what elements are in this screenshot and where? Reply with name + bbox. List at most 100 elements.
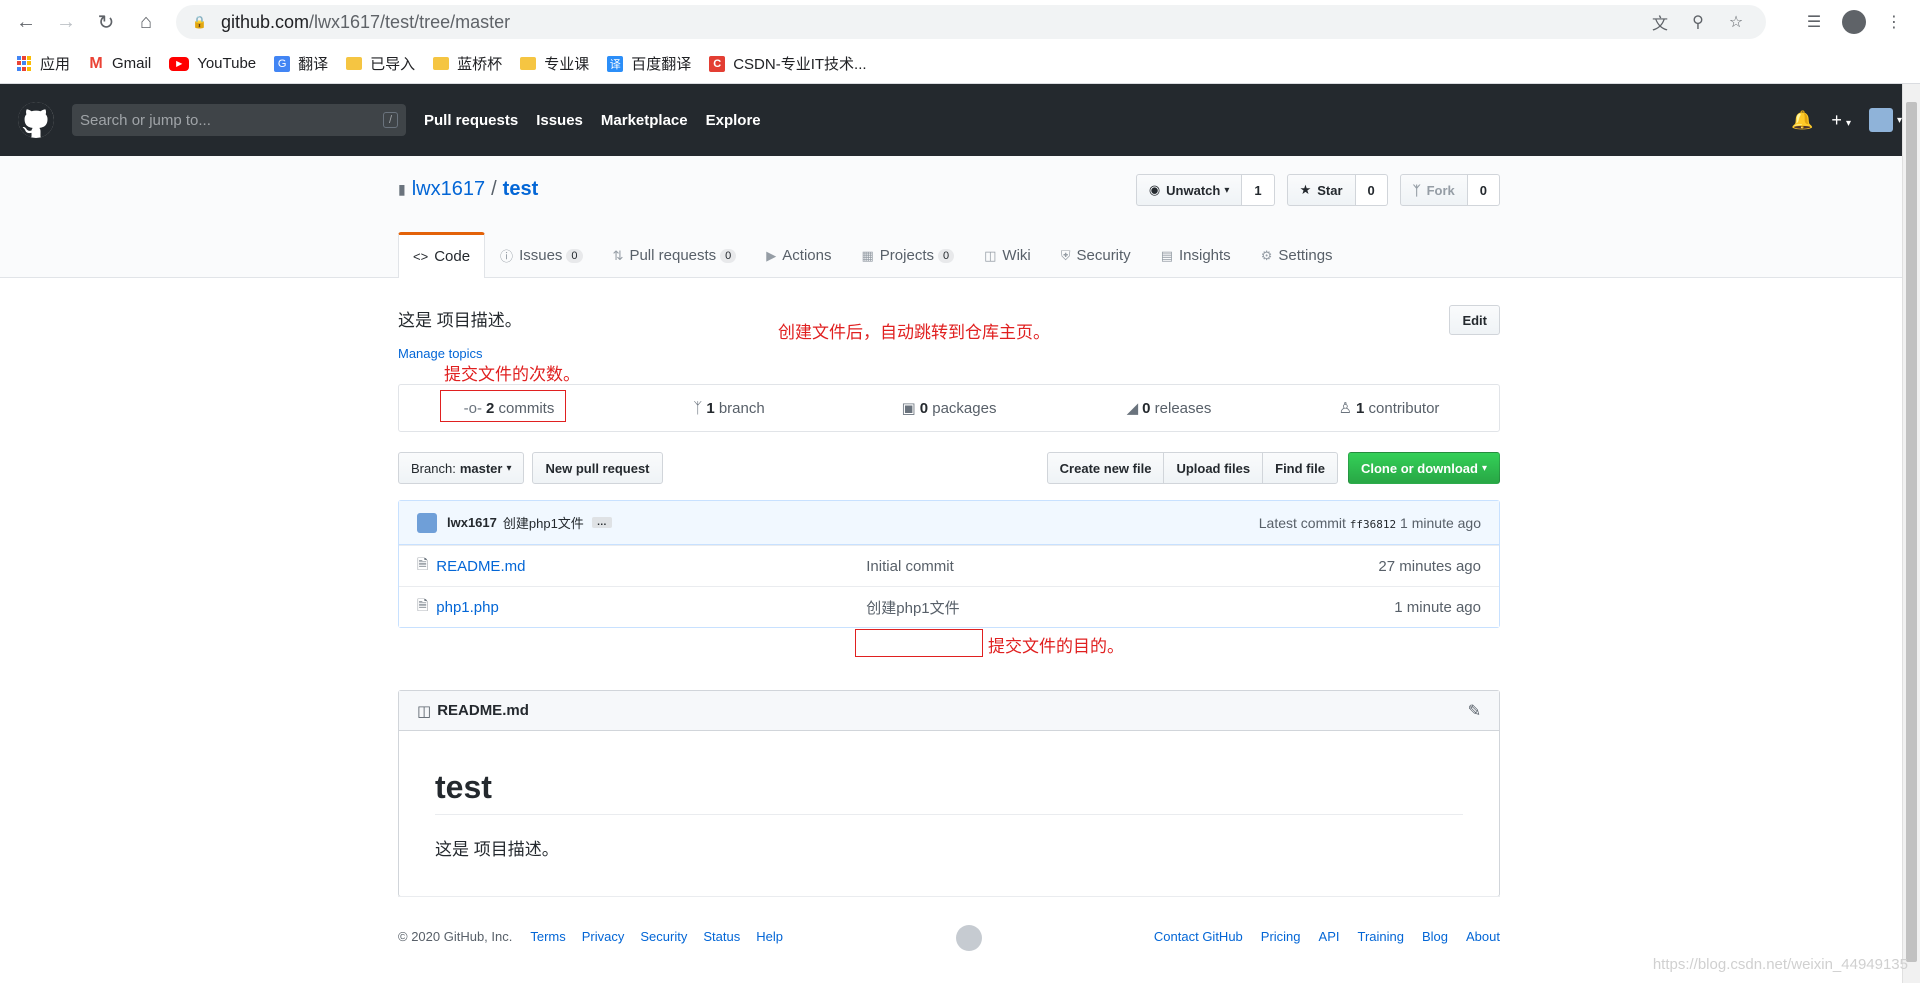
star-count[interactable]: 0 xyxy=(1355,174,1388,206)
footer-api[interactable]: API xyxy=(1319,929,1340,944)
home-icon[interactable]: ⌂ xyxy=(132,8,160,36)
nav-marketplace[interactable]: Marketplace xyxy=(601,112,688,129)
star-button[interactable]: ★ Star xyxy=(1286,174,1356,206)
menu-icon[interactable]: ⋮ xyxy=(1880,8,1908,36)
tab-issues[interactable]: ⓘ Issues 0 xyxy=(485,232,598,278)
scrollbar-thumb[interactable] xyxy=(1906,102,1917,962)
branch-link[interactable]: ᛉ1 branch xyxy=(619,400,839,417)
bell-icon[interactable]: 🔔 xyxy=(1791,110,1813,131)
file-name-link[interactable]: README.md xyxy=(436,558,866,575)
fork-count[interactable]: 0 xyxy=(1467,174,1500,206)
book-icon: ◫ xyxy=(417,702,432,720)
clone-download-button[interactable]: Clone or download ▾ xyxy=(1347,452,1500,484)
fork-icon: ᛉ xyxy=(1412,182,1421,198)
tab-code[interactable]: <> Code xyxy=(398,232,486,278)
tab-security[interactable]: ⛨ Security xyxy=(1046,232,1146,278)
star-bookmark-icon[interactable]: ☆ xyxy=(1722,8,1750,36)
apps-icon xyxy=(16,55,32,72)
new-pull-request-button[interactable]: New pull request xyxy=(532,452,663,484)
profile-icon[interactable] xyxy=(1842,10,1866,34)
commit-author[interactable]: lwx1617 xyxy=(447,515,497,530)
tab-insights[interactable]: ▤ Insights xyxy=(1146,232,1246,278)
github-mark-icon[interactable] xyxy=(956,925,982,951)
url-text[interactable]: github.com/lwx1617/test/tree/master xyxy=(221,12,1636,33)
translate-page-icon[interactable]: 文 xyxy=(1646,8,1674,36)
commit-expand-button[interactable]: … xyxy=(591,517,612,528)
file-navigation: Branch: master ▾ New pull request Create n… xyxy=(398,452,1500,484)
branch-select[interactable]: Branch: master ▾ xyxy=(398,452,525,484)
nav-explore[interactable]: Explore xyxy=(706,112,761,129)
footer-contact[interactable]: Contact GitHub xyxy=(1154,929,1243,944)
footer-about[interactable]: About xyxy=(1466,929,1500,944)
back-icon[interactable]: ← xyxy=(12,8,40,36)
file-commit-message[interactable]: Initial commit xyxy=(866,558,1378,575)
bookmark-apps[interactable]: 应用 xyxy=(16,53,70,74)
tab-wiki[interactable]: ◫ Wiki xyxy=(969,232,1046,278)
footer-help[interactable]: Help xyxy=(756,929,783,944)
nav-issues[interactable]: Issues xyxy=(536,112,583,129)
file-commit-message[interactable]: 创建php1文件 xyxy=(866,597,1394,618)
forward-icon[interactable]: → xyxy=(52,8,80,36)
tab-actions[interactable]: ▶ Actions xyxy=(751,232,846,278)
tab-projects[interactable]: ▦ Projects 0 xyxy=(847,232,970,278)
user-avatar[interactable] xyxy=(1868,108,1893,132)
manage-topics-link[interactable]: Manage topics xyxy=(398,346,483,361)
repo-actions: ◉ Unwatch ▾ 1 ★ Star 0 ᛉ Fork 0 xyxy=(1124,174,1500,206)
footer-training[interactable]: Training xyxy=(1358,929,1404,944)
github-nav: Pull requests Issues Marketplace Explore xyxy=(424,112,779,129)
code-icon: <> xyxy=(413,249,429,264)
folder-icon xyxy=(346,57,363,70)
file-age: 1 minute ago xyxy=(1394,598,1481,616)
bookmark-gmail[interactable]: M Gmail xyxy=(88,55,151,73)
upload-files-button[interactable]: Upload files xyxy=(1163,452,1264,484)
annotation-box-commit-message xyxy=(855,629,983,657)
pencil-icon[interactable]: ✎ xyxy=(1468,701,1481,721)
fork-button[interactable]: ᛉ Fork xyxy=(1399,174,1468,206)
bookmark-csdn[interactable]: C CSDN-专业IT技术... xyxy=(709,53,867,74)
plus-icon[interactable]: + ▾ xyxy=(1831,110,1851,131)
bookmark-major[interactable]: 专业课 xyxy=(520,53,589,74)
nav-pull-requests[interactable]: Pull requests xyxy=(424,112,518,129)
repo-name-link[interactable]: test xyxy=(503,178,539,201)
file-name-link[interactable]: php1.php xyxy=(436,599,866,616)
media-icon[interactable]: ☰ xyxy=(1800,8,1828,36)
footer-privacy[interactable]: Privacy xyxy=(582,929,625,944)
commit-author-avatar[interactable] xyxy=(417,512,437,533)
edit-description-button[interactable]: Edit xyxy=(1449,305,1500,335)
search-shortcut-key: / xyxy=(382,112,398,128)
file-list: lwx1617 创建php1文件 … Latest commit ff36812… xyxy=(398,500,1500,628)
footer-security[interactable]: Security xyxy=(640,929,687,944)
releases-link[interactable]: ◢ 0 releases xyxy=(1059,399,1279,417)
footer-status[interactable]: Status xyxy=(703,929,740,944)
watermark: https://blog.csdn.net/weixin_44949135 xyxy=(1652,956,1908,973)
bookmark-baidu-translate[interactable]: 译百度翻译 xyxy=(607,53,691,74)
address-bar[interactable]: 🔒 github.com/lwx1617/test/tree/master 文 … xyxy=(176,5,1766,39)
footer-pricing[interactable]: Pricing xyxy=(1261,929,1301,944)
github-logo-icon[interactable] xyxy=(18,102,54,138)
packages-link[interactable]: ▣ 0 packages xyxy=(839,399,1059,417)
bookmark-lanqiao[interactable]: 蓝桥杯 xyxy=(433,53,502,74)
contributors-link[interactable]: ♙ 1 contributor xyxy=(1279,399,1499,417)
reload-icon[interactable]: ↻ xyxy=(92,8,120,36)
file-row: 🗎 README.md Initial commit 27 minutes ag… xyxy=(399,545,1499,586)
footer-terms[interactable]: Terms xyxy=(530,929,565,944)
translate-icon: G xyxy=(274,55,291,72)
find-file-button[interactable]: Find file xyxy=(1262,452,1338,484)
bookmarks-bar: 应用 M Gmail ▶ YouTube G 翻译 已导入 蓝桥杯 专业课 译百度翻译… xyxy=(0,44,1920,84)
watch-count[interactable]: 1 xyxy=(1242,174,1275,206)
commit-sha[interactable]: ff36812 xyxy=(1350,518,1396,531)
bookmark-youtube[interactable]: ▶ YouTube xyxy=(169,55,256,72)
repo-owner-link[interactable]: lwx1617 xyxy=(412,178,485,201)
commit-message[interactable]: 创建php1文件 xyxy=(503,513,584,532)
bookmark-imported[interactable]: 已导入 xyxy=(346,53,415,74)
bookmark-translate[interactable]: G 翻译 xyxy=(274,53,328,74)
zoom-icon[interactable]: ⚲ xyxy=(1684,8,1712,36)
github-search-input[interactable]: Search or jump to... / xyxy=(72,104,406,136)
create-new-file-button[interactable]: Create new file xyxy=(1046,452,1165,484)
readme-text: 这是 项目描述。 xyxy=(435,840,559,859)
unwatch-button[interactable]: ◉ Unwatch ▾ xyxy=(1135,174,1243,206)
tab-pull-requests[interactable]: ⇅ Pull requests 0 xyxy=(598,232,752,278)
tab-settings[interactable]: ⚙ Settings xyxy=(1246,232,1348,278)
page-scrollbar[interactable] xyxy=(1902,84,1920,983)
footer-blog[interactable]: Blog xyxy=(1422,929,1448,944)
